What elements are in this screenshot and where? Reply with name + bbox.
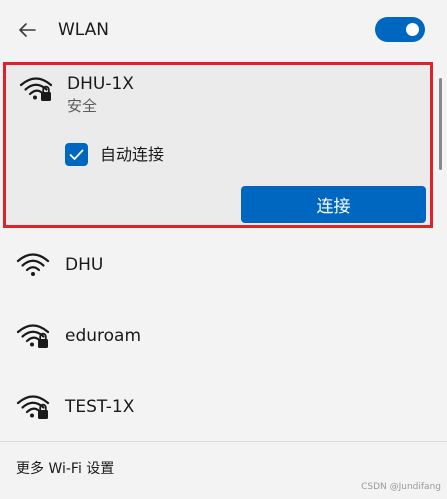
network-security-status: 安全 [67, 97, 98, 115]
back-button[interactable] [14, 17, 40, 43]
network-name: eduroam [65, 326, 142, 346]
network-item-dhu[interactable]: DHU [0, 230, 437, 300]
auto-connect-label[interactable]: 自动连接 [100, 143, 164, 166]
network-item-eduroam[interactable]: eduroam [0, 301, 437, 371]
wifi-secured-icon [16, 395, 50, 419]
toggle-knob [406, 23, 419, 36]
network-name: TEST-1X [65, 397, 135, 417]
scrollbar-thumb[interactable] [439, 78, 442, 170]
checkmark-icon [69, 149, 84, 160]
wifi-icon [16, 253, 50, 276]
network-item-test-1x[interactable]: TEST-1X [0, 372, 437, 442]
more-wifi-settings-link[interactable]: 更多 Wi-Fi 设置 [16, 458, 114, 480]
watermark: CSDN @Jundifang [361, 482, 441, 492]
page-title: WLAN [58, 20, 110, 40]
network-name: DHU [65, 255, 104, 275]
arrow-left-icon [19, 23, 36, 37]
scrollbar[interactable] [439, 64, 444, 439]
network-name: DHU-1X [67, 74, 134, 94]
connect-button[interactable]: 连接 [241, 186, 426, 223]
wifi-secured-icon [19, 77, 53, 101]
network-item-expanded[interactable]: DHU-1X 安全 自动连接 连接 [3, 62, 433, 228]
wlan-header: WLAN [0, 0, 447, 60]
wlan-toggle[interactable] [375, 17, 425, 42]
auto-connect-checkbox[interactable] [65, 143, 88, 166]
wifi-secured-icon [16, 324, 50, 348]
